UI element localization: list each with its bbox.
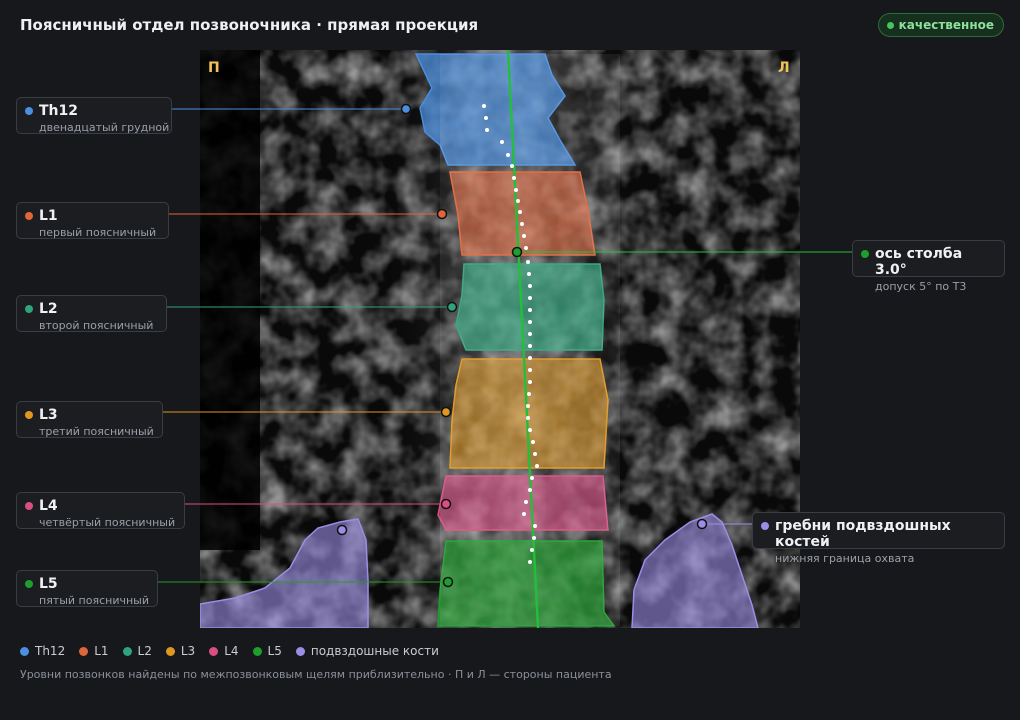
label-spine-axis[interactable]: ось столба 3.0° допуск 5° по Т3 <box>852 240 1005 293</box>
iliac-color-dot <box>761 522 769 530</box>
label-l2-name: L2 <box>39 301 58 317</box>
label-l4[interactable]: L4 четвёртый поясничный <box>16 492 185 529</box>
anchor-l5[interactable] <box>442 576 454 588</box>
label-l4-desc: четвёртый поясничный <box>39 516 176 529</box>
label-l5[interactable]: L5 пятый поясничный <box>16 570 158 607</box>
anchor-l3[interactable] <box>440 406 452 418</box>
l1-color-dot <box>25 212 33 220</box>
l2-color-dot <box>25 305 33 313</box>
legend-swatch <box>20 646 29 656</box>
label-l5-name: L5 <box>39 576 58 592</box>
label-l1[interactable]: L1 первый поясничный <box>16 202 169 239</box>
legend-swatch <box>252 646 262 656</box>
legend-item-l2: L2 <box>122 644 152 658</box>
anchor-l4[interactable] <box>440 498 452 510</box>
anchor-iliac-left[interactable] <box>696 518 708 530</box>
label-iliac-desc: нижняя граница охвата <box>775 552 915 565</box>
vertebrae-overlay <box>414 53 620 627</box>
orientation-left-marker: Л <box>778 60 790 76</box>
legend-swatch <box>79 646 89 656</box>
label-spine-axis-desc: допуск 5° по Т3 <box>875 280 967 293</box>
label-spine-axis-name: ось столба 3.0° <box>875 246 963 278</box>
label-l2[interactable]: L2 второй поясничный <box>16 295 167 332</box>
label-l3-desc: третий поясничный <box>39 425 154 438</box>
legend-swatch <box>122 646 132 656</box>
label-l4-name: L4 <box>39 498 58 514</box>
anchor-spine-axis[interactable] <box>511 246 523 258</box>
label-iliac-name: гребни подвздошных костей <box>775 518 951 550</box>
legend-item-l4: L4 <box>209 644 239 658</box>
anchor-th12[interactable] <box>400 103 412 115</box>
l5-color-dot <box>25 580 33 588</box>
legend-label: L3 <box>180 644 196 658</box>
anchor-l2[interactable] <box>446 301 458 313</box>
label-th12-desc: двенадцатый грудной <box>39 121 170 134</box>
legend-label: Th12 <box>35 644 66 658</box>
legend-swatch <box>165 646 175 656</box>
label-th12-name: Th12 <box>39 103 78 119</box>
orientation-right-marker: П <box>208 60 220 76</box>
label-l3[interactable]: L3 третий поясничный <box>16 401 163 438</box>
label-l2-desc: второй поясничный <box>39 319 154 332</box>
label-th12[interactable]: Th12 двенадцатый грудной <box>16 97 172 134</box>
legend-label: подвздошные кости <box>310 644 439 658</box>
footer-note: Уровни позвонков найдены по межпозвонков… <box>20 668 612 681</box>
legend-label: L1 <box>94 644 109 658</box>
legend-swatch <box>209 646 219 656</box>
label-iliac[interactable]: гребни подвздошных костей нижняя граница… <box>752 512 1005 565</box>
spine-axis-color-dot <box>861 250 869 258</box>
label-l5-desc: пятый поясничный <box>39 594 149 607</box>
legend: Th12 L1 L2 L3 L4 L5 подвздошные кости <box>20 644 439 658</box>
anchor-iliac-right[interactable] <box>336 524 348 536</box>
label-l3-name: L3 <box>39 407 58 423</box>
label-l1-desc: первый поясничный <box>39 226 157 239</box>
legend-item-l1: L1 <box>79 644 109 658</box>
legend-swatch <box>295 646 305 656</box>
l4-color-dot <box>25 502 33 510</box>
legend-label: L5 <box>267 644 282 658</box>
l3-color-dot <box>25 411 33 419</box>
th12-color-dot <box>25 107 33 115</box>
legend-label: L2 <box>137 644 152 658</box>
legend-item-iliac: подвздошные кости <box>295 644 439 658</box>
legend-label: L4 <box>224 644 239 658</box>
label-l1-name: L1 <box>39 208 58 224</box>
legend-item-l3: L3 <box>165 644 196 658</box>
legend-item-l5: L5 <box>252 644 282 658</box>
anchor-l1[interactable] <box>436 208 448 220</box>
legend-item-th12: Th12 <box>20 644 65 658</box>
